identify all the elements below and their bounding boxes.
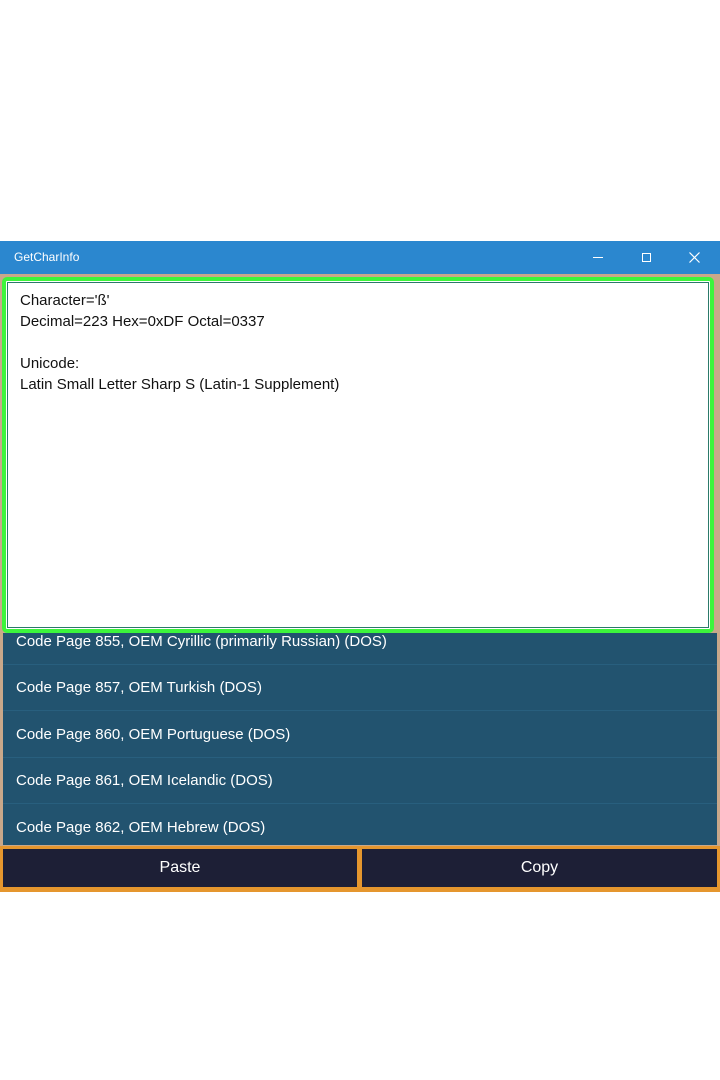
app-window: GetCharInfo Character='ß' Decimal=223 He…: [0, 241, 720, 892]
info-line-blank: [20, 332, 696, 353]
client-area: Character='ß' Decimal=223 Hex=0xDF Octal…: [0, 274, 720, 892]
list-item-code-page-861[interactable]: Code Page 861, OEM Icelandic (DOS): [3, 758, 717, 804]
info-line-numeric: Decimal=223 Hex=0xDF Octal=0337: [20, 313, 265, 330]
info-line-unicode-heading: Unicode:: [20, 355, 80, 372]
code-page-list[interactable]: Code Page 855, OEM Cyrillic (primarily R…: [3, 633, 717, 845]
maximize-button[interactable]: [622, 241, 670, 274]
close-icon: [688, 252, 700, 263]
minimize-button[interactable]: [574, 241, 622, 274]
char-info-textbox[interactable]: Character='ß' Decimal=223 Hex=0xDF Octal…: [2, 277, 714, 633]
window-title: GetCharInfo: [14, 250, 80, 264]
info-line-character: Character='ß': [20, 292, 110, 309]
list-item-code-page-855[interactable]: Code Page 855, OEM Cyrillic (primarily R…: [3, 633, 717, 665]
minimize-icon: [593, 257, 603, 258]
list-item-code-page-862[interactable]: Code Page 862, OEM Hebrew (DOS): [3, 805, 717, 845]
close-button[interactable]: [670, 241, 718, 274]
list-item-code-page-860[interactable]: Code Page 860, OEM Portuguese (DOS): [3, 712, 717, 758]
list-item-code-page-857[interactable]: Code Page 857, OEM Turkish (DOS): [3, 665, 717, 711]
paste-button[interactable]: Paste: [3, 849, 357, 887]
maximize-icon: [641, 253, 651, 262]
button-row: Paste Copy: [0, 846, 720, 892]
title-bar[interactable]: GetCharInfo: [0, 241, 720, 274]
info-line-unicode-name: Latin Small Letter Sharp S (Latin-1 Supp…: [20, 376, 340, 393]
copy-button[interactable]: Copy: [362, 849, 717, 887]
char-info-text[interactable]: Character='ß' Decimal=223 Hex=0xDF Octal…: [7, 282, 709, 628]
